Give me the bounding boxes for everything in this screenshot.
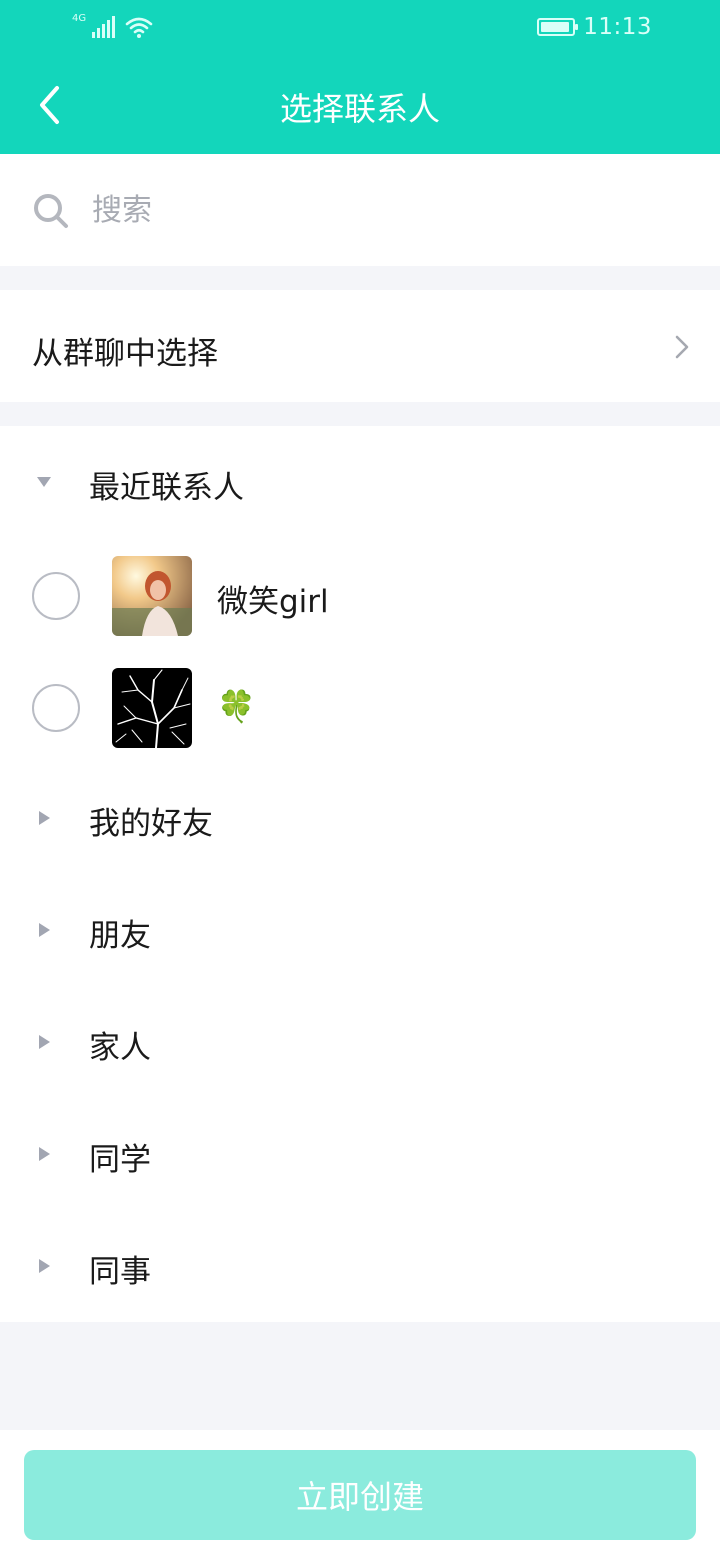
battery-icon [537,18,579,36]
status-right: 11:13 [537,14,652,40]
triangle-right-icon [39,1259,50,1273]
signal-bars-icon [92,16,116,38]
triangle-right-icon [39,923,50,937]
status-bar: 4G 11:13 [0,0,720,56]
group-label: 家人 [89,1030,151,1066]
search-bar [0,154,720,266]
group-family[interactable]: 家人 [0,986,720,1098]
status-left: 4G [72,14,153,38]
create-now-button[interactable]: 立即创建 [24,1450,696,1540]
triangle-right-icon [39,1147,50,1161]
group-classmates[interactable]: 同学 [0,1098,720,1210]
search-icon [34,194,68,228]
select-radio[interactable] [32,684,80,732]
triangle-right-icon [39,1035,50,1049]
contact-name: 🍀 [217,689,256,725]
header: 选择联系人 [0,56,720,154]
triangle-right-icon [39,811,50,825]
select-from-group-chat-label: 从群聊中选择 [32,336,218,372]
bottom-bar: 立即创建 [0,1430,720,1560]
select-radio[interactable] [32,572,80,620]
contact-row[interactable]: 微笑girl [0,540,720,652]
group-label: 同事 [89,1254,151,1290]
contact-row[interactable]: 🍀 [0,652,720,764]
wifi-icon [125,17,153,38]
group-label: 同学 [89,1142,151,1178]
contact-list: 最近联系人 微笑girl 🍀 我的好友 朋友 家人 同学 同事 [0,426,720,1322]
group-label: 我的好友 [89,806,213,842]
contact-name: 微笑girl [217,584,329,620]
group-recent-contacts[interactable]: 最近联系人 [0,426,720,538]
group-label: 最近联系人 [89,470,244,506]
group-friends[interactable]: 朋友 [0,874,720,986]
tree-branches-avatar [112,668,192,748]
group-label: 朋友 [89,918,151,954]
status-time: 11:13 [583,14,652,40]
select-from-group-chat[interactable]: 从群聊中选择 [0,290,720,402]
triangle-down-icon [37,477,51,487]
search-input[interactable] [92,184,672,236]
group-my-friends[interactable]: 我的好友 [0,762,720,874]
group-colleagues[interactable]: 同事 [0,1210,720,1322]
chevron-right-icon [675,335,689,359]
page-title: 选择联系人 [279,90,440,128]
network-type: 4G [72,13,87,24]
photo-avatar [112,556,192,636]
